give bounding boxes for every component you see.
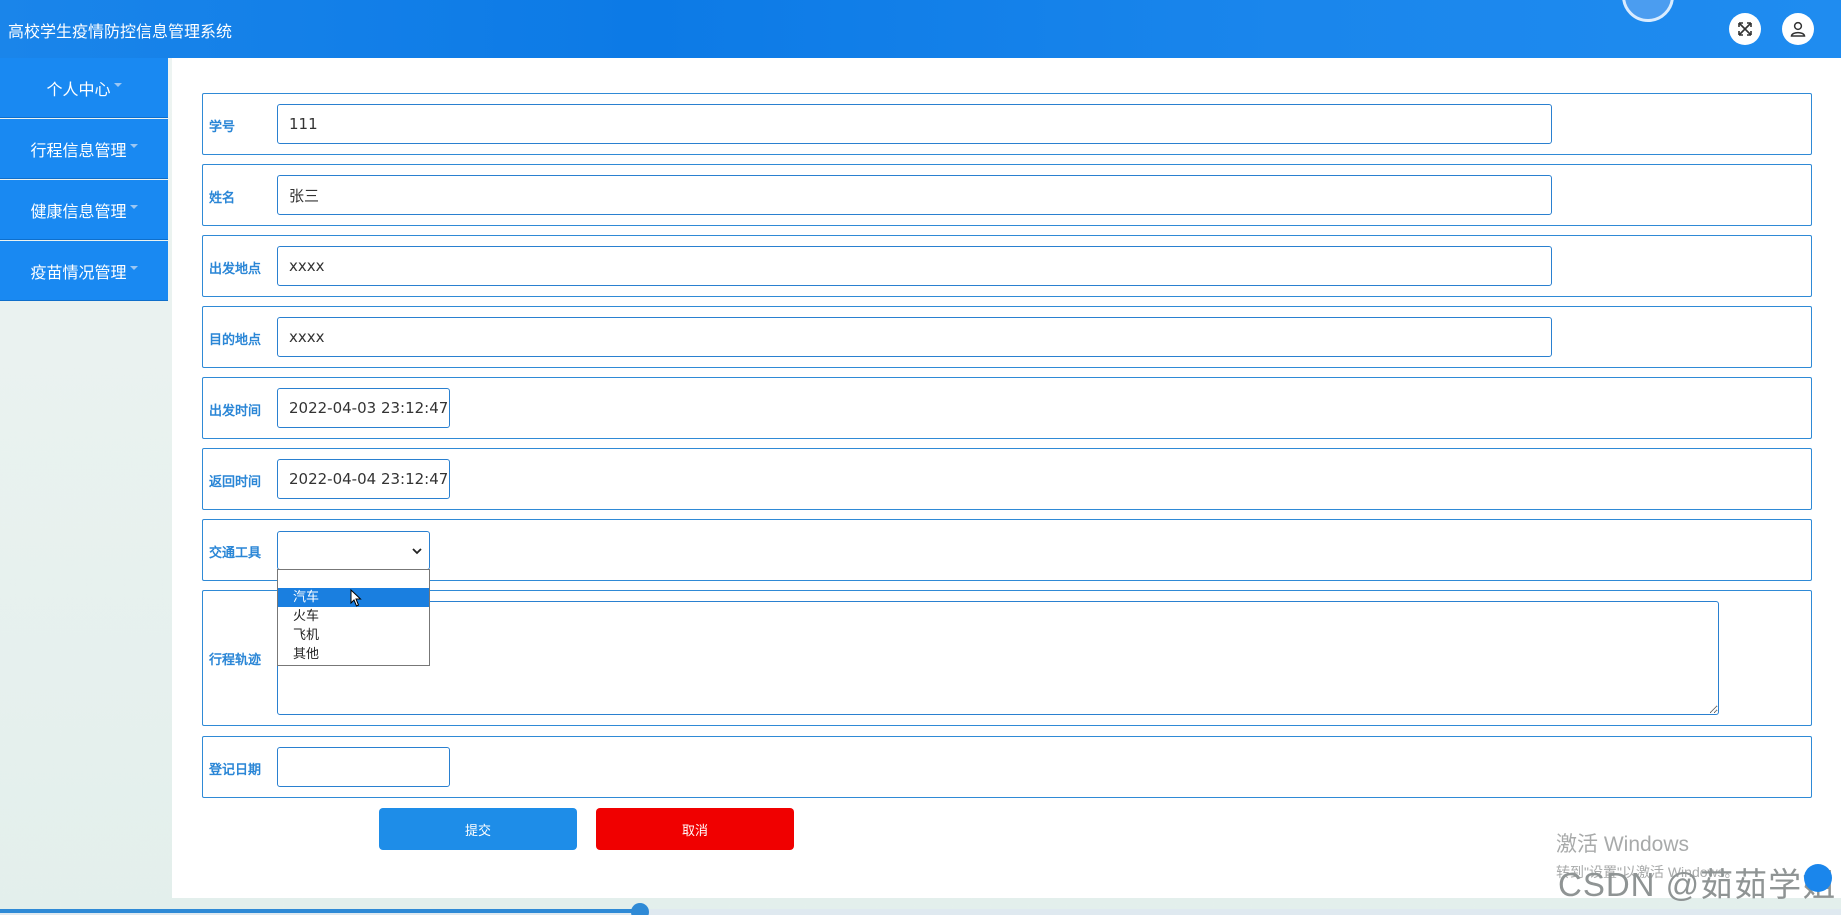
field-label: 出发时间 [209, 404, 262, 419]
field-label: 学号 [209, 120, 236, 135]
form-row-departure: 出发地点 xxxx [202, 235, 1812, 297]
transport-dropdown-list: 汽车 火车 飞机 其他 [277, 569, 430, 666]
caret-down-icon [129, 143, 138, 148]
student-id-input[interactable]: 111 [277, 104, 1552, 144]
horizontal-scrollbar-thumb[interactable] [0, 909, 640, 913]
field-label: 目的地点 [209, 333, 262, 348]
top-header: 高校学生疫情防控信息管理系统 [0, 0, 1841, 58]
field-label: 行程轨迹 [209, 653, 262, 668]
name-input[interactable]: 张三 [277, 175, 1552, 215]
sidebar-item-vaccine-management[interactable]: 疫苗情况管理 [0, 241, 168, 301]
field-label: 姓名 [209, 191, 236, 206]
sidebar-item-label: 疫苗情况管理 [30, 262, 127, 282]
sidebar: 个人中心 行程信息管理 健康信息管理 疫苗情况管理 [0, 58, 168, 302]
register-date-input[interactable] [277, 747, 450, 787]
main-panel: 学号 111 姓名 张三 出发地点 xxxx 目的地点 xxxx 出发时间 20… [172, 58, 1841, 898]
scrollbar-handle[interactable] [631, 903, 649, 915]
app-title: 高校学生疫情防控信息管理系统 [8, 22, 233, 41]
chevron-down-icon [412, 548, 422, 555]
floating-corner-button[interactable] [1804, 864, 1832, 892]
sidebar-item-label: 健康信息管理 [30, 201, 127, 221]
field-label: 返回时间 [209, 475, 262, 490]
user-button[interactable] [1782, 13, 1814, 45]
form-row-register-date: 登记日期 [202, 736, 1812, 798]
submit-button[interactable]: 提交 [379, 808, 577, 850]
sidebar-item-trip-management[interactable]: 行程信息管理 [0, 119, 168, 179]
sidebar-item-health-management[interactable]: 健康信息管理 [0, 180, 168, 240]
field-label: 交通工具 [209, 546, 262, 561]
form-row-student-id: 学号 111 [202, 93, 1812, 155]
form-row-transport: 交通工具 [202, 519, 1812, 581]
sidebar-item-personal-center[interactable]: 个人中心 [0, 58, 168, 118]
dropdown-option-other[interactable]: 其他 [278, 645, 429, 664]
dropdown-option-plane[interactable]: 飞机 [278, 626, 429, 645]
cancel-button[interactable]: 取消 [596, 808, 794, 850]
destination-input[interactable]: xxxx [277, 317, 1552, 357]
fullscreen-icon [1738, 22, 1752, 36]
dropdown-option-empty[interactable] [278, 570, 429, 588]
form-row-trajectory: 行程轨迹 [202, 590, 1812, 726]
form-row-return-time: 返回时间 2022-04-04 23:12:47 [202, 448, 1812, 510]
sidebar-item-label: 行程信息管理 [30, 140, 127, 160]
return-time-input[interactable]: 2022-04-04 23:12:47 [277, 459, 450, 499]
mouse-cursor-icon [350, 589, 362, 607]
transport-select[interactable] [277, 531, 430, 570]
caret-down-icon [129, 204, 138, 209]
trajectory-textarea[interactable] [277, 601, 1719, 715]
field-label: 出发地点 [209, 262, 262, 277]
departure-input[interactable]: xxxx [277, 246, 1552, 286]
csdn-watermark: CSDN @茹茹学姐 [1558, 866, 1837, 903]
sidebar-item-label: 个人中心 [46, 79, 111, 99]
caret-down-icon [129, 265, 138, 270]
caret-down-icon [113, 82, 122, 87]
user-icon [1790, 21, 1806, 37]
dropdown-option-train[interactable]: 火车 [278, 607, 429, 626]
form-row-depart-time: 出发时间 2022-04-03 23:12:47 [202, 377, 1812, 439]
form-row-name: 姓名 张三 [202, 164, 1812, 226]
header-decoration [1622, 0, 1674, 22]
field-label: 登记日期 [209, 763, 262, 778]
fullscreen-button[interactable] [1729, 13, 1761, 45]
form-row-destination: 目的地点 xxxx [202, 306, 1812, 368]
depart-time-input[interactable]: 2022-04-03 23:12:47 [277, 388, 450, 428]
activation-title: 激活 Windows [1556, 833, 1690, 856]
